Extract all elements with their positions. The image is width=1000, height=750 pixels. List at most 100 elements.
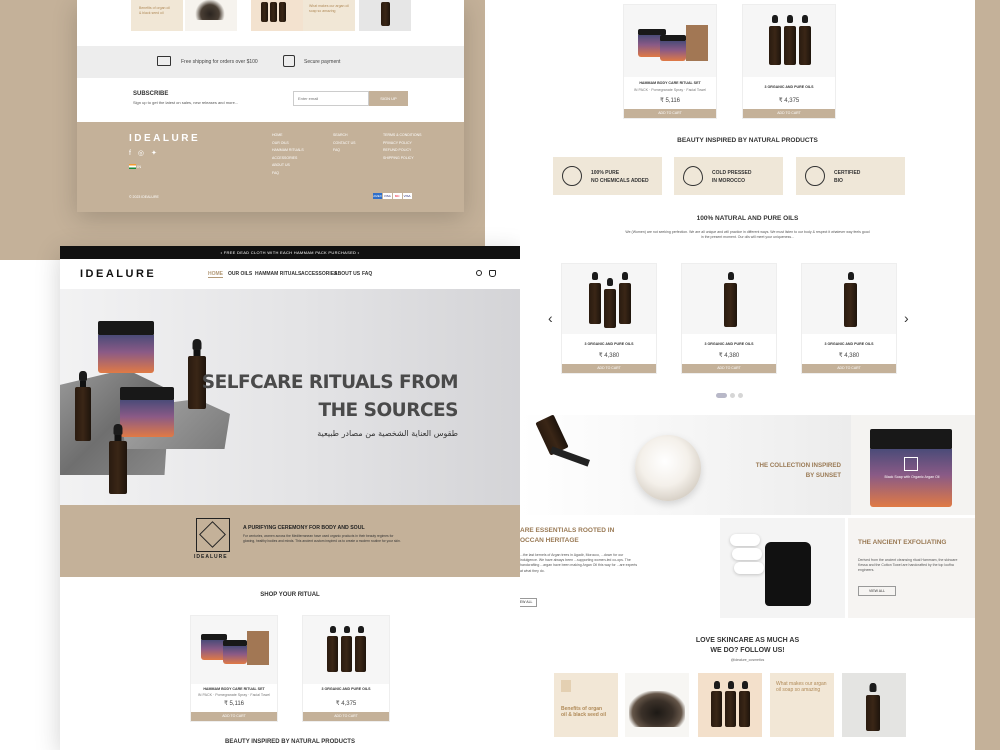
footer-link[interactable]: HOME [272, 132, 304, 140]
heritage-section: ARE ESSENTIALS ROOTED IN OCCAN HERITAGE … [520, 518, 720, 618]
facebook-icon[interactable]: f [129, 150, 131, 157]
footer-link[interactable]: OUR OILS [272, 140, 304, 148]
product-card[interactable]: 3 ORGANIC AND PURE OILS ₹ 4,375 ADD TO C… [302, 615, 390, 722]
site-logo[interactable]: IDEALURE [80, 268, 156, 280]
follow-title-line: WE DO? FOLLOW US! [710, 647, 785, 654]
collection-product-image[interactable]: Black Soap with Organic Argan Oil [851, 415, 975, 515]
product-card[interactable]: 3 ORGANIC AND PURE OILS ₹ 4,375 ADD TO C… [742, 4, 836, 119]
ceremony-logo-text: IDEALURE [194, 554, 228, 560]
footer-link[interactable]: HAMMAM RITUALS [272, 147, 304, 155]
product-price: ₹ 4,380 [838, 353, 860, 359]
feature-text: CERTIFIED BIO [834, 169, 860, 185]
product-card[interactable]: HAMMAM BODY CARE RITUAL SET IN PACK · Po… [623, 4, 717, 119]
insta-thumb[interactable] [185, 0, 237, 31]
secure-card-icon [283, 55, 295, 67]
insta-thumb[interactable] [251, 0, 303, 31]
carousel-card[interactable]: 3 ORGANIC AND PURE OILS ₹ 4,380 ADD TO C… [561, 263, 657, 374]
carousel-dot[interactable] [738, 393, 743, 398]
email-field[interactable] [293, 91, 369, 106]
product-image [802, 264, 896, 334]
insta-post[interactable]: Benefits of organ oil & black seed oil [554, 673, 618, 737]
footer-link[interactable]: ABOUT US [272, 162, 304, 170]
footer-link[interactable]: SHIPPING POLICY [383, 155, 422, 163]
signup-button[interactable]: SIGN UP [369, 91, 408, 106]
social-icons: f ◎ ✦ [129, 149, 157, 157]
search-icon[interactable] [476, 270, 482, 276]
insta-post[interactable] [625, 673, 689, 737]
collection-title-line: THE COLLECTION INSPIRED [755, 462, 841, 469]
feature-line: CERTIFIED [834, 170, 861, 176]
footer-link[interactable]: FAQ [333, 147, 355, 155]
insta-post[interactable] [698, 673, 762, 737]
cart-icon[interactable] [489, 270, 496, 277]
add-to-cart-button[interactable]: ADD TO CART [191, 712, 277, 721]
add-to-cart-button[interactable]: ADD TO CART [802, 364, 896, 373]
towel-image [734, 562, 764, 574]
country-selector[interactable]: IN [129, 164, 142, 170]
box-image [247, 631, 269, 665]
navbar: IDEALURE HOME OUR OILS HAMMAM RITUALS AC… [60, 259, 520, 289]
oil-bottle-image [75, 371, 91, 441]
nav-our-oils[interactable]: OUR OILS [228, 271, 252, 277]
add-to-cart-button[interactable]: ADD TO CART [682, 364, 776, 373]
feature-line: IN MOROCCO [712, 178, 746, 184]
product-name: 3 ORGANIC AND PURE OILS [321, 687, 371, 691]
subscribe-title: SUBSCRIBE [133, 91, 169, 97]
footer-link[interactable]: CONTACT US [333, 140, 355, 148]
homepage-panel-right: HAMMAM BODY CARE RITUAL SET IN PACK · Po… [520, 0, 975, 750]
carousel-next-icon[interactable]: › [904, 310, 909, 326]
twitter-icon[interactable]: ✦ [151, 150, 157, 157]
footer-link[interactable]: FAQ [272, 170, 304, 178]
exfoliating-section: THE ANCIENT EXFOLIATING Derived from the… [848, 518, 975, 618]
towel-image [730, 534, 760, 546]
product-price: ₹ 4,375 [335, 701, 357, 707]
add-to-cart-button[interactable]: ADD TO CART [743, 109, 835, 118]
hero-title-line1: SELFCARE RITUALS FROM [201, 372, 459, 393]
instagram-handle[interactable]: @idealure_cosmetics [520, 658, 975, 662]
product-name: HAMMAM BODY CARE RITUAL SET [639, 81, 701, 85]
collection-banner[interactable]: THE COLLECTION INSPIRED BY SUNSET [520, 415, 851, 515]
heritage-title-line: OCCAN HERITAGE [520, 537, 579, 544]
nav-about-us[interactable]: ABOUT US [334, 271, 360, 277]
footer-link[interactable]: SEARCH [333, 132, 355, 140]
black-seeds-image [629, 691, 685, 727]
nav-home[interactable]: HOME [208, 271, 223, 278]
nav-faq[interactable]: FAQ [362, 271, 372, 277]
thumb-text: Benefits of organ oil & black seed oil [139, 6, 170, 15]
view-all-button[interactable]: VIEW ALL [520, 598, 537, 607]
feature-line: BIO [834, 178, 843, 184]
footer-link[interactable]: TERMS & CONDITIONS [383, 132, 422, 140]
footer-link[interactable]: PRIVACY POLICY [383, 140, 422, 148]
country-code: IN [137, 164, 142, 169]
visa-icon: VISA [382, 193, 392, 199]
insta-thumb[interactable]: What makes our argan oil soap so amazing [303, 0, 355, 31]
insta-thumb[interactable]: Benefits of organ oil & black seed oil [131, 0, 183, 31]
footer-col-3: TERMS & CONDITIONS PRIVACY POLICY REFUND… [383, 132, 422, 162]
product-name: 3 ORGANIC AND PURE OILS [824, 342, 874, 346]
add-to-cart-button[interactable]: ADD TO CART [562, 364, 656, 373]
insta-thumb[interactable] [359, 0, 411, 31]
product-card[interactable]: HAMMAM BODY CARE RITUAL SET IN PACK · Po… [190, 615, 278, 722]
add-to-cart-button[interactable]: ADD TO CART [624, 109, 716, 118]
instagram-icon[interactable]: ◎ [138, 150, 144, 157]
carousel-card[interactable]: 3 ORGANIC AND PURE OILS ₹ 4,380 ADD TO C… [681, 263, 777, 374]
carousel-dot[interactable] [730, 393, 735, 398]
product-image [682, 264, 776, 334]
nav-hammam-rituals[interactable]: HAMMAM RITUALS [255, 271, 301, 277]
view-all-button[interactable]: VIEW ALL [858, 586, 896, 596]
product-price: ₹ 4,380 [718, 353, 740, 359]
carousel-prev-icon[interactable]: ‹ [548, 310, 553, 326]
product-image [562, 264, 656, 334]
footer-link[interactable]: REFUND POLICY [383, 147, 422, 155]
insta-post[interactable]: What makes our argan oil soap so amazing [770, 673, 834, 737]
jar-image: Black Soap with Organic Argan Oil [870, 429, 952, 507]
dropper-image [550, 446, 590, 467]
hero-banner: SELFCARE RITUALS FROM THE SOURCES طقوس ا… [60, 289, 520, 505]
footer-link[interactable]: ACCESSORIES [272, 155, 304, 163]
post-text: What makes our argan oil soap so amazing [776, 681, 827, 694]
nav-accessories[interactable]: ACCESSORIES [301, 271, 337, 277]
add-to-cart-button[interactable]: ADD TO CART [303, 712, 389, 721]
carousel-card[interactable]: 3 ORGANIC AND PURE OILS ₹ 4,380 ADD TO C… [801, 263, 897, 374]
carousel-dot-active[interactable] [716, 393, 727, 398]
insta-post[interactable] [842, 673, 906, 737]
